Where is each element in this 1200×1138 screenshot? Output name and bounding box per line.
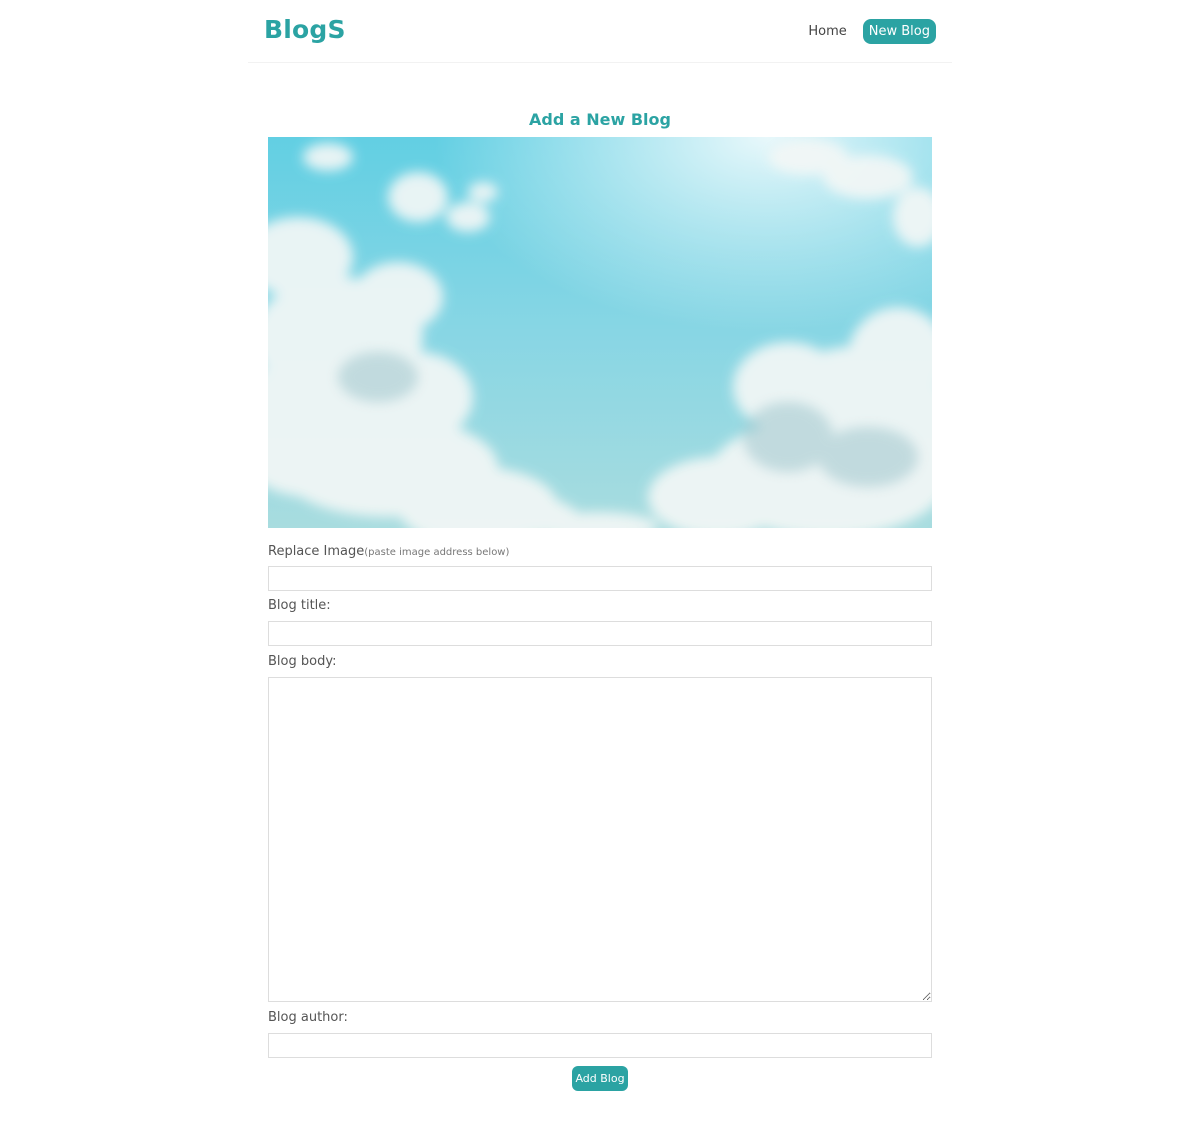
- brand-logo[interactable]: BlogS: [264, 15, 346, 44]
- image-url-input[interactable]: [268, 566, 932, 591]
- page-title: Add a New Blog: [529, 110, 671, 129]
- blog-body-label: Blog body:: [268, 654, 337, 669]
- replace-image-label-text: Replace Image: [268, 544, 365, 559]
- blog-author-input[interactable]: [268, 1033, 932, 1058]
- blog-cover-image: [268, 137, 932, 528]
- nav-new-blog-button[interactable]: New Blog: [862, 19, 936, 44]
- nav-links: Home New Blog: [808, 19, 936, 44]
- navbar: BlogS Home New Blog: [248, 0, 952, 63]
- blog-author-label: Blog author:: [268, 1010, 348, 1025]
- blog-title-input[interactable]: [268, 621, 932, 646]
- blog-body-textarea[interactable]: [268, 677, 932, 1002]
- nav-home-link[interactable]: Home: [808, 24, 846, 39]
- replace-image-label: Replace Image(paste image address below): [268, 544, 509, 559]
- add-blog-button[interactable]: Add Blog: [572, 1066, 628, 1091]
- replace-image-hint: (paste image address below): [364, 547, 510, 558]
- blog-title-label: Blog title:: [268, 598, 331, 613]
